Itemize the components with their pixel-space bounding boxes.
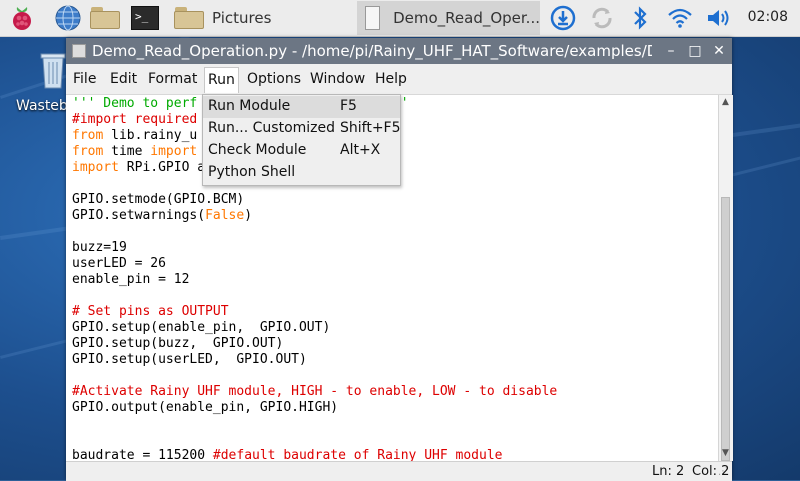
wastebasket-icon[interactable] — [38, 48, 68, 90]
file-manager-icon[interactable] — [90, 4, 120, 32]
close-button[interactable]: ✕ — [710, 42, 728, 60]
maximize-button[interactable]: □ — [686, 42, 704, 60]
taskbar-pictures-label: Pictures — [212, 9, 272, 27]
code-line: GPIO.output(enable_pin, GPIO.HIGH) — [72, 400, 339, 415]
menuitem-label: Run Module — [208, 98, 291, 114]
menuitem-label: Python Shell — [208, 164, 296, 180]
taskbar: >_ Pictures Demo_Read_Oper... 02:08 — [0, 0, 800, 37]
code-line: # Set pins as OUTPUT — [72, 304, 229, 319]
wastebasket-label: Wasteb — [16, 98, 68, 114]
line-number-indicator: Ln: 2 — [652, 464, 685, 479]
minimize-button[interactable]: – — [662, 42, 680, 60]
scroll-down-arrow-icon[interactable]: ▼ — [722, 448, 729, 458]
menu-window[interactable]: Window — [307, 70, 368, 90]
code-line: from time import — [72, 144, 198, 159]
bluetooth-icon[interactable] — [626, 4, 654, 32]
menu-help[interactable]: Help — [372, 70, 410, 90]
resize-grip-icon[interactable]: ⋰ — [718, 466, 730, 478]
window-titlebar[interactable]: Demo_Read_Operation.py - /home/pi/Rainy_… — [66, 38, 732, 64]
terminal-icon[interactable]: >_ — [131, 4, 159, 32]
menuitem-check-module[interactable]: Check Module Alt+X — [203, 140, 400, 162]
menuitem-label: Check Module — [208, 142, 307, 158]
scroll-up-arrow-icon[interactable]: ▲ — [722, 97, 729, 107]
code-line: GPIO.setup(buzz, GPIO.OUT) — [72, 336, 284, 351]
menuitem-run-module[interactable]: Run Module F5 — [203, 96, 400, 118]
web-browser-icon[interactable] — [54, 4, 82, 32]
code-line: buzz=19 — [72, 240, 127, 255]
menu-format[interactable]: Format — [145, 70, 200, 90]
raspberry-menu-icon[interactable] — [8, 4, 36, 32]
code-line: enable_pin = 12 — [72, 272, 190, 287]
folder-icon — [174, 7, 204, 29]
code-line: #import required — [72, 112, 198, 127]
menuitem-run-customized[interactable]: Run... Customized Shift+F5 — [203, 118, 401, 140]
code-line: GPIO.setwarnings(False) — [72, 208, 253, 223]
menuitem-shortcut: Alt+X — [340, 142, 381, 158]
wifi-icon[interactable] — [666, 4, 694, 32]
code-line: #Activate Rainy UHF module, HIGH - to en… — [72, 384, 558, 399]
document-icon — [365, 6, 381, 30]
run-dropdown-menu: Run Module F5 Run... Customized Shift+F5… — [202, 94, 401, 186]
code-line: GPIO.setmode(GPIO.BCM) — [72, 192, 245, 207]
vertical-scrollbar[interactable]: ▲ ▼ — [718, 95, 733, 461]
download-icon[interactable] — [549, 4, 577, 32]
taskbar-active-window-button[interactable]: Demo_Read_Oper... — [357, 1, 540, 35]
volume-icon[interactable] — [704, 4, 732, 32]
window-app-icon — [72, 44, 86, 58]
menuitem-shortcut: F5 — [340, 98, 357, 114]
code-line: GPIO.setup(enable_pin, GPIO.OUT) — [72, 320, 331, 335]
scrollbar-thumb[interactable] — [721, 197, 730, 461]
window-title: Demo_Read_Operation.py - /home/pi/Rainy_… — [92, 42, 652, 60]
code-line: from lib.rainy_u — [72, 128, 198, 143]
menu-file[interactable]: File — [70, 70, 99, 90]
code-line: userLED = 26 — [72, 256, 166, 271]
menu-run[interactable]: Run — [204, 67, 239, 93]
code-line: import RPi.GPIO a — [72, 160, 206, 175]
menu-edit[interactable]: Edit — [107, 70, 140, 90]
taskbar-pictures-button[interactable]: Pictures — [170, 1, 280, 35]
menuitem-label: Run... Customized — [208, 120, 336, 136]
code-line: GPIO.setup(userLED, GPIO.OUT) — [72, 352, 307, 367]
menu-options[interactable]: Options — [244, 70, 304, 90]
menuitem-python-shell[interactable]: Python Shell — [203, 162, 400, 184]
code-line: baudrate = 115200 #default baudrate of R… — [72, 448, 503, 461]
taskbar-active-window-label: Demo_Read_Oper... — [393, 9, 540, 27]
status-bar: Ln: 2 Col: 2 ⋰ — [66, 461, 732, 481]
menubar: File Edit Format Run Options Window Help — [66, 64, 732, 95]
network-icon[interactable] — [588, 4, 616, 32]
clock: 02:08 — [747, 9, 788, 25]
menuitem-shortcut: Shift+F5 — [340, 120, 401, 136]
